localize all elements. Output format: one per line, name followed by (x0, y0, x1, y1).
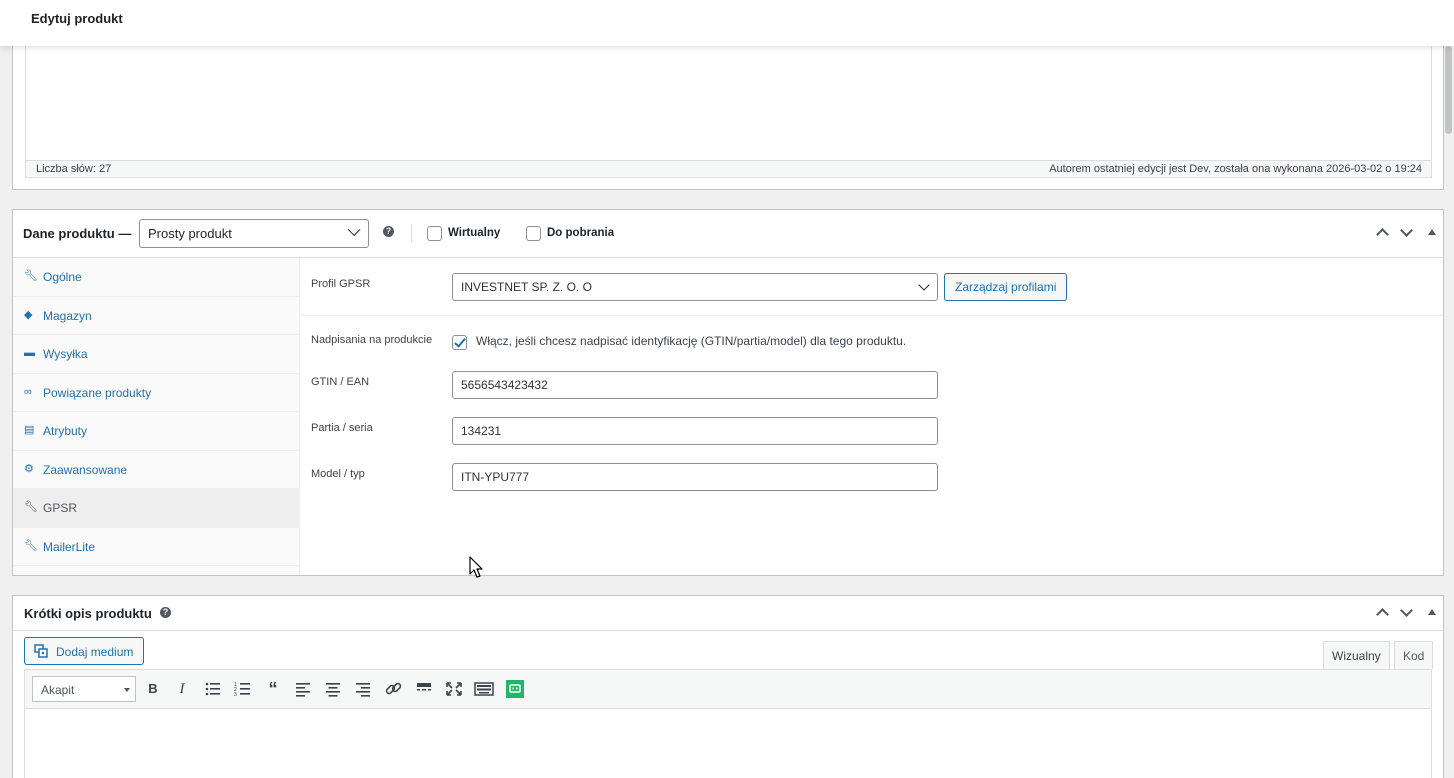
chevron-down-icon (347, 223, 361, 237)
mouse-cursor-icon (469, 556, 483, 578)
top-bar: Edytuj produkt (0, 0, 1454, 46)
link-icon[interactable] (383, 679, 405, 699)
gtin-label: GTIN / EAN (311, 376, 370, 388)
batch-label: Partia / seria (311, 422, 373, 434)
tab-inventory[interactable]: ◆ Magazyn (13, 297, 299, 335)
chevron-down-icon (1400, 224, 1413, 237)
downloadable-checkbox[interactable] (526, 226, 541, 241)
blockquote-icon[interactable]: “ (262, 679, 284, 699)
tab-visual[interactable]: Wizualny (1323, 641, 1390, 669)
description-editor[interactable]: Liczba słów: 27 Autorem ostatniej edycji… (25, 40, 1432, 178)
tag-icon: ◆ (24, 308, 33, 321)
tab-gpsr[interactable]: 🔧︎ GPSR (13, 489, 299, 528)
help-icon[interactable]: ? (383, 226, 394, 237)
word-count: Liczba słów: 27 (36, 163, 112, 175)
chevron-down-icon (918, 279, 930, 291)
override-label: Nadpisania na produkcie (311, 334, 433, 346)
align-left-icon[interactable] (292, 679, 314, 699)
move-down-button[interactable] (1398, 224, 1416, 242)
gpsr-profile-value: INVESTNET SP. Z. O. O (461, 280, 592, 294)
description-box: Liczba słów: 27 Autorem ostatniej edycji… (12, 40, 1444, 190)
wrench-icon: 🔧︎ (24, 501, 38, 513)
collapse-toggle-button[interactable] (1423, 604, 1441, 622)
product-data-header: Dane produktu — Prosty produkt ? Wirtual… (13, 210, 1443, 258)
triangle-up-icon (1428, 609, 1436, 615)
add-media-label: Dodaj medium (56, 645, 134, 659)
tab-general[interactable]: 🔧︎ Ogólne (13, 258, 299, 297)
triangle-up-icon (1428, 229, 1436, 235)
wrench-icon: 🔧︎ (24, 270, 38, 282)
tab-advanced[interactable]: ⚙ Zaawansowane (13, 451, 299, 489)
model-input[interactable]: ITN-YPU777 (452, 463, 938, 491)
short-description-header: Krótki opis produktu ? (13, 596, 1443, 631)
editor-toolbar: Akapit B I 123 “ (24, 669, 1432, 709)
keyboard-icon[interactable] (473, 679, 495, 699)
move-up-button[interactable] (1374, 604, 1392, 622)
numbered-list-icon[interactable]: 123 (232, 679, 254, 699)
last-edit-info: Autorem ostatniej edycji jest Dev, zosta… (1049, 163, 1422, 175)
add-media-button[interactable]: Dodaj medium (24, 637, 144, 665)
product-type-select[interactable]: Prosty produkt (139, 219, 369, 248)
truck-icon: ▬ (24, 347, 35, 359)
model-label: Model / typ (311, 468, 365, 480)
tab-attributes[interactable]: ▤ Atrybuty (13, 412, 299, 451)
scrollbar-thumb[interactable] (1445, 46, 1452, 134)
short-description-title: Krótki opis produktu (24, 606, 152, 621)
virtual-label: Wirtualny (448, 227, 501, 239)
format-select[interactable]: Akapit (32, 676, 136, 702)
move-down-button[interactable] (1398, 604, 1416, 622)
batch-input[interactable]: 134231 (452, 417, 938, 445)
plugin-icon[interactable] (504, 679, 526, 699)
short-description-box: Krótki opis produktu ? Dodaj medium Wizu… (12, 595, 1444, 778)
product-data-tabs: 🔧︎ Ogólne ◆ Magazyn ▬ Wysyłka ∞ Powiązan… (13, 258, 300, 575)
tab-linked-products[interactable]: ∞ Powiązane produkty (13, 374, 299, 412)
collapse-toggle-button[interactable] (1423, 224, 1441, 242)
align-center-icon[interactable] (322, 679, 344, 699)
override-description: Włącz, jeśli chcesz nadpisać identyfikac… (476, 334, 907, 348)
chevron-down-icon (1400, 604, 1413, 617)
media-icon (34, 644, 48, 658)
tab-code[interactable]: Kod (1394, 641, 1434, 669)
tab-mailerlite[interactable]: 🔧︎ MailerLite (13, 528, 299, 566)
short-description-editor[interactable] (24, 709, 1432, 778)
product-data-title: Dane produktu — (23, 226, 132, 241)
format-value: Akapit (41, 683, 75, 697)
gear-icon: ⚙ (24, 462, 34, 475)
manage-profiles-button[interactable]: Zarządzaj profilami (944, 273, 1068, 301)
caret-down-icon (124, 688, 130, 692)
virtual-checkbox[interactable] (427, 226, 442, 241)
chevron-up-icon (1376, 228, 1389, 241)
align-right-icon[interactable] (352, 679, 374, 699)
list-icon: ▤ (24, 424, 35, 436)
fullscreen-icon[interactable] (443, 679, 465, 699)
svg-text:3: 3 (234, 692, 237, 698)
read-more-icon[interactable] (413, 679, 435, 699)
product-data-box: Dane produktu — Prosty produkt ? Wirtual… (12, 209, 1444, 576)
link-icon: ∞ (24, 385, 32, 398)
downloadable-label: Do pobrania (547, 227, 615, 239)
header-divider (411, 224, 412, 242)
product-type-value: Prosty produkt (148, 226, 232, 241)
wrench-icon: 🔧︎ (24, 539, 38, 552)
override-checkbox[interactable] (452, 335, 467, 350)
chevron-up-icon (1376, 608, 1389, 621)
page-title: Edytuj produkt (31, 11, 123, 26)
bold-icon[interactable]: B (142, 679, 164, 699)
gpsr-profile-label: Profil GPSR (311, 278, 371, 290)
help-icon[interactable]: ? (160, 607, 171, 618)
description-status-bar: Liczba słów: 27 Autorem ostatniej edycji… (26, 160, 1431, 177)
italic-icon[interactable]: I (171, 679, 193, 699)
move-up-button[interactable] (1374, 224, 1392, 242)
gtin-input[interactable]: 5656543423432 (452, 371, 938, 399)
panel-divider (300, 315, 1443, 316)
tab-shipping[interactable]: ▬ Wysyłka (13, 335, 299, 374)
bullet-list-icon[interactable] (202, 679, 224, 699)
gpsr-profile-select[interactable]: INVESTNET SP. Z. O. O (452, 273, 938, 301)
gpsr-panel: Profil GPSR INVESTNET SP. Z. O. O Zarząd… (300, 258, 1443, 575)
